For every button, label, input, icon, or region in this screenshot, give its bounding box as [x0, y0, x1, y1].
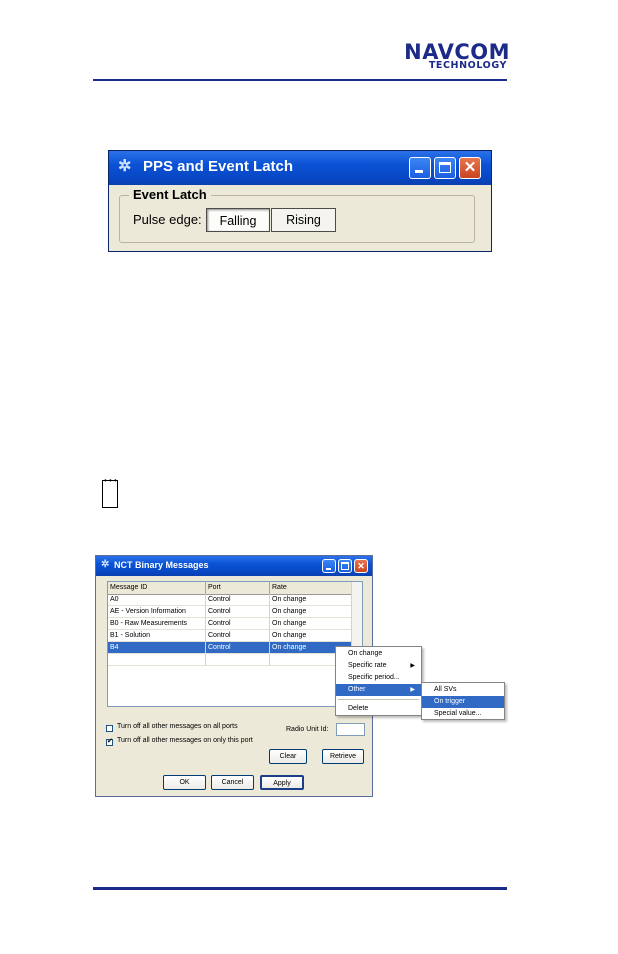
close-button[interactable]: ✕	[459, 157, 481, 179]
close-icon: ✕	[357, 561, 365, 571]
event-latch-group-title: Event Latch	[129, 187, 211, 202]
falling-button[interactable]: Falling	[206, 208, 270, 232]
menu-item-label: Specific rate	[348, 662, 387, 669]
submenu-item-on-trigger[interactable]: On trigger	[422, 696, 504, 708]
messages-table: Message ID Port Rate A0 Control On chang…	[107, 581, 363, 707]
cell-rate: On change	[270, 606, 354, 618]
cell-rate: On change	[270, 630, 354, 642]
submenu-arrow-icon: ▶	[410, 687, 415, 693]
cell-port: Control	[206, 606, 270, 618]
menu-item-label: Other	[348, 686, 366, 693]
cell-rate: On change	[270, 618, 354, 630]
table-row-selected[interactable]: B4 Control On change	[108, 642, 354, 654]
this-port-checkbox[interactable]: ✔	[106, 738, 113, 746]
all-ports-checkbox[interactable]	[106, 725, 113, 732]
notepad-rings: • • •	[104, 476, 117, 485]
column-header[interactable]: Rate	[270, 582, 354, 594]
menu-item-specific-rate[interactable]: Specific rate ▶	[336, 660, 421, 672]
window-title: PPS and Event Latch	[143, 158, 294, 175]
maximize-button[interactable]	[434, 157, 456, 179]
table-row[interactable]: B1 - Solution Control On change	[108, 630, 354, 642]
close-button[interactable]: ✕	[354, 559, 368, 573]
checkmark-icon: ✔	[107, 738, 113, 745]
app-icon: ✲	[101, 559, 110, 570]
cell-port: Control	[206, 618, 270, 630]
submenu-item-all-svs[interactable]: All SVs	[422, 684, 504, 696]
clear-button[interactable]: Clear	[269, 749, 307, 764]
minimize-button[interactable]	[322, 559, 336, 573]
header-rule	[93, 79, 507, 81]
menu-item-delete[interactable]: Delete	[336, 703, 421, 715]
submenu-item-special-value[interactable]: Special value...	[422, 708, 504, 720]
cell-port: Control	[206, 642, 270, 654]
menu-item-on-change[interactable]: On change	[336, 648, 421, 660]
title-bar[interactable]: ✲ NCT Binary Messages ✕	[96, 556, 372, 576]
menu-separator	[338, 699, 419, 700]
ok-button[interactable]: OK	[163, 775, 206, 790]
cell-message-id: AE - Version Information	[108, 606, 206, 618]
all-ports-label: Turn off all other messages on all ports	[117, 723, 238, 730]
cell-empty	[108, 654, 206, 666]
rising-button[interactable]: Rising	[271, 208, 336, 232]
cancel-button[interactable]: Cancel	[211, 775, 254, 790]
maximize-icon	[439, 162, 451, 173]
retrieve-button[interactable]: Retrieve	[322, 749, 364, 764]
column-header[interactable]: Message ID	[108, 582, 206, 594]
title-bar[interactable]: ✲ PPS and Event Latch ✕	[109, 151, 491, 185]
maximize-button[interactable]	[338, 559, 352, 573]
rate-context-menu: On change Specific rate ▶ Specific perio…	[335, 646, 422, 716]
notepad-icon: • • •	[102, 476, 118, 508]
close-icon: ✕	[463, 159, 477, 176]
table-row[interactable]: B0 - Raw Measurements Control On change	[108, 618, 354, 630]
cell-rate: On change	[270, 594, 354, 606]
table-row-empty[interactable]	[108, 654, 354, 666]
nct-binary-messages-window: ✲ NCT Binary Messages ✕ Message ID Port …	[95, 555, 373, 797]
maximize-icon	[341, 562, 349, 570]
table-row[interactable]: A0 Control On change	[108, 594, 354, 606]
minimize-button[interactable]	[409, 157, 431, 179]
pulse-edge-label: Pulse edge:	[133, 212, 202, 227]
menu-item-other[interactable]: Other ▶	[336, 684, 421, 696]
apply-button[interactable]: Apply	[260, 775, 304, 790]
cell-message-id: B0 - Raw Measurements	[108, 618, 206, 630]
pps-event-latch-window: ✲ PPS and Event Latch ✕ Event Latch Puls…	[108, 150, 492, 252]
other-submenu: All SVs On trigger Special value...	[421, 682, 505, 720]
navcom-logo-subtitle: TECHNOLOGY	[428, 60, 507, 71]
footer-rule	[93, 887, 507, 890]
table-row[interactable]: AE - Version Information Control On chan…	[108, 606, 354, 618]
cell-port: Control	[206, 594, 270, 606]
submenu-arrow-icon: ▶	[410, 663, 415, 669]
cell-message-id: B1 - Solution	[108, 630, 206, 642]
cell-empty	[206, 654, 270, 666]
app-icon: ✲	[118, 158, 132, 175]
cell-message-id: A0	[108, 594, 206, 606]
menu-item-specific-period[interactable]: Specific period...	[336, 672, 421, 684]
radio-unit-label: Radio Unit Id:	[286, 726, 329, 733]
column-header[interactable]: Port	[206, 582, 270, 594]
cell-message-id: B4	[108, 642, 206, 654]
minimize-icon	[326, 568, 331, 570]
cell-port: Control	[206, 630, 270, 642]
radio-unit-input[interactable]	[336, 723, 365, 736]
minimize-icon	[415, 170, 423, 173]
this-port-label: Turn off all other messages on only this…	[117, 737, 253, 744]
window-title: NCT Binary Messages	[114, 560, 209, 570]
